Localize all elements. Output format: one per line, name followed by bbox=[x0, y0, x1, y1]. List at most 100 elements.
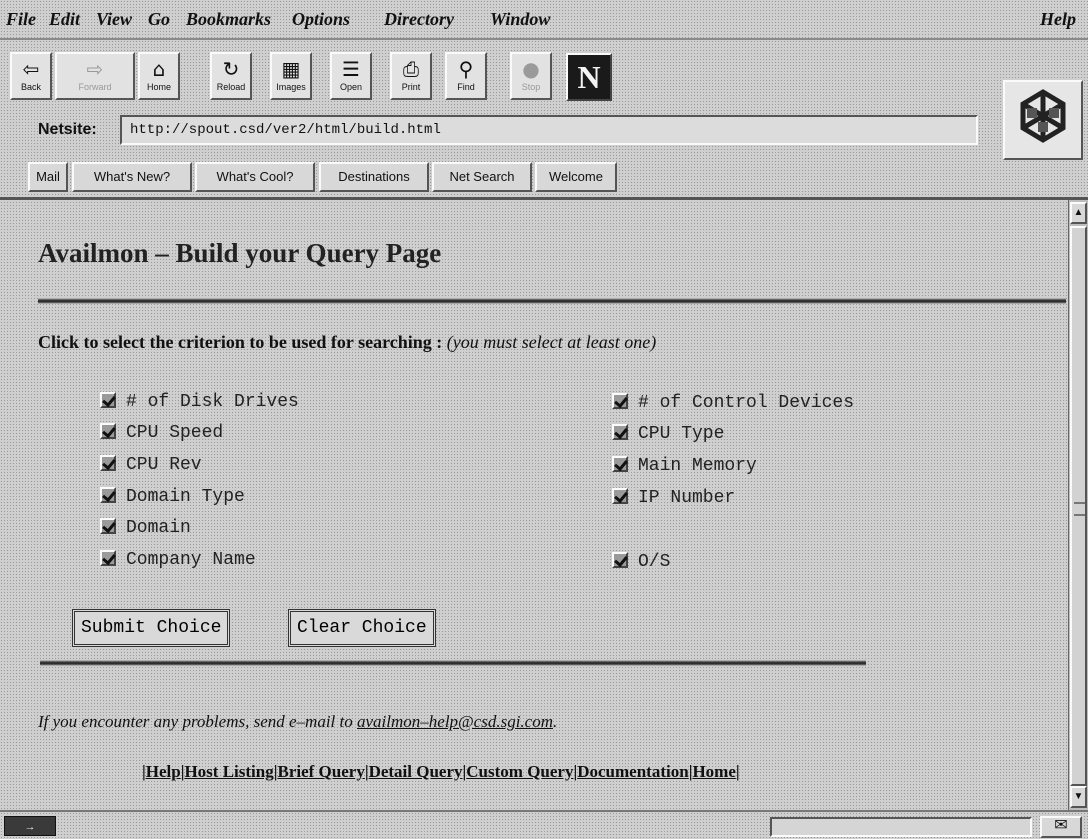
home-button[interactable]: ⌂ Home bbox=[138, 52, 180, 100]
footer-link-documentation[interactable]: Documentation bbox=[577, 762, 688, 781]
support-email-link[interactable]: availmon–help@csd.sgi.com bbox=[357, 712, 553, 731]
checkbox-icon[interactable] bbox=[612, 456, 628, 472]
print-icon: ⎙ bbox=[403, 57, 419, 81]
footer-link-brief-query[interactable]: Brief Query bbox=[277, 762, 364, 781]
stop-icon: ● bbox=[522, 57, 540, 81]
support-note: If you encounter any problems, send e–ma… bbox=[38, 712, 557, 732]
criterion-label: # of Control Devices bbox=[638, 393, 855, 413]
menu-help[interactable]: Help bbox=[1040, 9, 1076, 30]
forward-label: Forward bbox=[78, 82, 112, 92]
forward-button[interactable]: ⇨ Forward bbox=[55, 52, 135, 100]
footer-link-host-listing[interactable]: Host Listing bbox=[184, 762, 273, 781]
criterion-label: # of Disk Drives bbox=[126, 392, 299, 412]
netsite-label: Netsite: bbox=[38, 121, 97, 138]
criterion-label: IP Number bbox=[638, 488, 736, 508]
criterion-disk-drives[interactable]: # of Disk Drives bbox=[100, 390, 299, 414]
find-icon: ⚲ bbox=[458, 57, 474, 81]
submit-choice-button[interactable]: Submit Choice bbox=[72, 609, 231, 647]
criterion-domain[interactable]: Domain bbox=[100, 516, 191, 540]
scroll-up-arrow-icon[interactable]: ▲ bbox=[1070, 202, 1087, 224]
checkbox-icon[interactable] bbox=[612, 393, 628, 409]
criterion-main-memory[interactable]: Main Memory bbox=[612, 454, 757, 478]
criterion-cpu-rev[interactable]: CPU Rev bbox=[100, 453, 202, 477]
back-button[interactable]: ⇦ Back bbox=[10, 52, 52, 100]
destinations-button[interactable]: Destinations bbox=[319, 162, 429, 192]
instruction-note: (you must select at least one) bbox=[446, 332, 657, 352]
url-input[interactable]: http://spout.csd/ver2/html/build.html bbox=[120, 115, 978, 145]
back-label: Back bbox=[20, 82, 41, 92]
whats-new-button[interactable]: What's New? bbox=[72, 162, 192, 192]
clear-choice-button[interactable]: Clear Choice bbox=[288, 609, 436, 647]
checkbox-icon[interactable] bbox=[100, 550, 116, 566]
reload-label: Reload bbox=[216, 82, 246, 92]
criterion-cpu-type[interactable]: CPU Type bbox=[612, 422, 724, 446]
title-divider bbox=[38, 298, 1066, 304]
page-title: Availmon – Build your Query Page bbox=[38, 238, 442, 268]
scroll-down-arrow-icon[interactable]: ▼ bbox=[1070, 786, 1087, 808]
home-icon: ⌂ bbox=[152, 57, 166, 81]
forward-arrow-icon: ⇨ bbox=[86, 57, 104, 81]
find-label: Find bbox=[457, 82, 475, 92]
security-key-icon: → bbox=[4, 816, 56, 836]
criterion-label: O/S bbox=[638, 552, 671, 572]
reload-button[interactable]: ↻ Reload bbox=[210, 52, 252, 100]
criterion-label: Company Name bbox=[126, 550, 256, 570]
open-button[interactable]: ☰ Open bbox=[330, 52, 372, 100]
footer-link-home[interactable]: Home bbox=[692, 762, 735, 781]
mail-button[interactable]: Mail bbox=[28, 162, 68, 192]
images-icon: ▦ bbox=[281, 57, 301, 81]
images-button[interactable]: ▦ Images bbox=[270, 52, 312, 100]
checkbox-icon[interactable] bbox=[100, 487, 116, 503]
menu-window[interactable]: Window bbox=[490, 9, 550, 30]
criterion-label: Domain bbox=[126, 518, 191, 538]
criterion-label: Main Memory bbox=[638, 456, 757, 476]
netscape-logo[interactable]: N bbox=[566, 53, 612, 101]
instruction-text: Click to select the criterion to be used… bbox=[38, 332, 443, 352]
checkbox-icon[interactable] bbox=[100, 423, 116, 439]
page-content: Availmon – Build your Query Page Click t… bbox=[0, 200, 1068, 810]
progress-bar bbox=[770, 817, 1032, 837]
checkbox-icon[interactable] bbox=[100, 455, 116, 471]
menu-go[interactable]: Go bbox=[148, 9, 170, 30]
footer-link-help[interactable]: Help bbox=[146, 762, 181, 781]
criterion-label: CPU Rev bbox=[126, 455, 202, 475]
vertical-scrollbar[interactable]: ▲ ▼ bbox=[1068, 200, 1088, 810]
stop-label: Stop bbox=[521, 82, 541, 92]
scroll-thumb[interactable] bbox=[1070, 226, 1087, 786]
images-label: Images bbox=[276, 82, 306, 92]
back-arrow-icon: ⇦ bbox=[22, 57, 40, 81]
instructions: Click to select the criterion to be used… bbox=[38, 332, 656, 353]
criterion-domain-type[interactable]: Domain Type bbox=[100, 485, 245, 509]
criterion-ip-number[interactable]: IP Number bbox=[612, 486, 735, 510]
criterion-company-name[interactable]: Company Name bbox=[100, 548, 256, 572]
sgi-logo-icon bbox=[1003, 80, 1083, 160]
checkbox-icon[interactable] bbox=[612, 488, 628, 504]
footer-link-detail-query[interactable]: Detail Query bbox=[369, 762, 463, 781]
home-label: Home bbox=[146, 82, 171, 92]
whats-cool-button[interactable]: What's Cool? bbox=[195, 162, 315, 192]
checkbox-icon[interactable] bbox=[100, 392, 116, 408]
menu-view[interactable]: View bbox=[96, 9, 132, 30]
find-button[interactable]: ⚲ Find bbox=[445, 52, 487, 100]
checkbox-icon[interactable] bbox=[100, 518, 116, 534]
menu-options[interactable]: Options bbox=[292, 9, 350, 30]
criterion-cpu-speed[interactable]: CPU Speed bbox=[100, 421, 223, 445]
footer-nav: |Help|Host Listing|Brief Query|Detail Qu… bbox=[142, 762, 740, 781]
checkbox-icon[interactable] bbox=[612, 424, 628, 440]
menu-file[interactable]: File bbox=[6, 9, 36, 30]
open-icon: ☰ bbox=[342, 57, 360, 81]
form-divider bbox=[40, 660, 866, 666]
print-label: Print bbox=[401, 82, 421, 92]
menu-directory[interactable]: Directory bbox=[384, 9, 454, 30]
menu-edit[interactable]: Edit bbox=[49, 9, 80, 30]
footer-link-custom-query[interactable]: Custom Query bbox=[466, 762, 573, 781]
criterion-control-devices[interactable]: # of Control Devices bbox=[612, 391, 854, 415]
print-button[interactable]: ⎙ Print bbox=[390, 52, 432, 100]
net-search-button[interactable]: Net Search bbox=[432, 162, 532, 192]
criterion-os[interactable]: O/S bbox=[612, 550, 670, 574]
checkbox-icon[interactable] bbox=[612, 552, 628, 568]
mail-status-icon[interactable]: ✉ bbox=[1040, 816, 1082, 838]
menu-bookmarks[interactable]: Bookmarks bbox=[186, 9, 271, 30]
stop-button[interactable]: ● Stop bbox=[510, 52, 552, 100]
welcome-button[interactable]: Welcome bbox=[535, 162, 617, 192]
